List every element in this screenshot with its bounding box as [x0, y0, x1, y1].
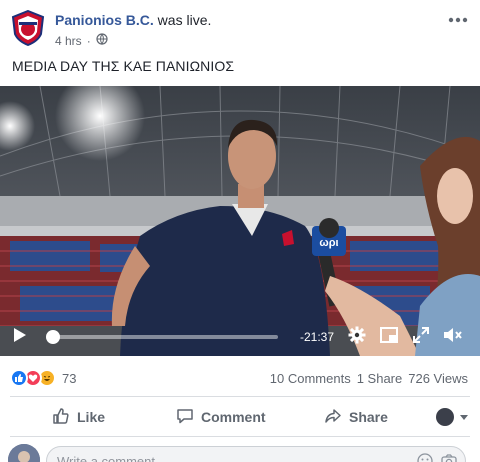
- like-button[interactable]: Like: [52, 398, 105, 436]
- stats-links: 10 Comments 1 Share 726 Views: [270, 371, 468, 386]
- reaction-count[interactable]: 73: [62, 371, 76, 386]
- play-button[interactable]: [8, 318, 32, 356]
- page-avatar[interactable]: [10, 9, 46, 47]
- separator-dot: ·: [86, 33, 91, 48]
- video-player[interactable]: ωρι -21:37: [0, 86, 480, 356]
- fullscreen-button[interactable]: [410, 318, 432, 356]
- divider: [10, 396, 470, 397]
- share-button[interactable]: Share: [324, 398, 388, 436]
- post-as-selector[interactable]: [436, 398, 468, 436]
- share-label: Share: [349, 409, 388, 425]
- svg-text:ωρι: ωρι: [319, 237, 338, 249]
- commenter-avatar: [8, 444, 40, 462]
- post-meta: 4 hrs ·: [55, 33, 108, 48]
- miniplayer-button[interactable]: [378, 318, 400, 356]
- post-header: Panionios B.C. was live. 4 hrs ·: [0, 0, 480, 56]
- post-caption: MEDIA DAY ΤΗΣ ΚΑΕ ΠΑΝΙΩΝΙΟΣ: [12, 58, 235, 74]
- timestamp[interactable]: 4 hrs: [55, 34, 82, 48]
- viewer-avatar: [436, 408, 454, 426]
- emoji-icon[interactable]: [417, 453, 433, 462]
- play-icon: [13, 327, 27, 348]
- reactions-summary[interactable]: 73: [10, 369, 76, 387]
- like-label: Like: [77, 409, 106, 425]
- post-actions: Like Comment Share: [0, 398, 480, 436]
- comments-count-link[interactable]: 10 Comments: [270, 371, 351, 386]
- comment-composer: [0, 440, 480, 462]
- video-frame: ωρι: [0, 86, 480, 356]
- gear-icon: [348, 326, 366, 349]
- progress-scrubber[interactable]: [45, 330, 60, 344]
- page-name-link[interactable]: Panionios B.C.: [55, 12, 154, 28]
- settings-button[interactable]: [346, 318, 368, 356]
- divider: [10, 436, 470, 437]
- video-controls: -21:37: [0, 318, 480, 356]
- views-count: 726 Views: [408, 371, 468, 386]
- engagement-stats: 73 10 Comments 1 Share 726 Views: [0, 364, 480, 394]
- comment-label: Comment: [201, 409, 266, 425]
- camera-icon[interactable]: [441, 453, 457, 462]
- comment-box[interactable]: [46, 446, 466, 462]
- share-arrow-icon: [324, 407, 342, 428]
- like-reaction-icon: [10, 369, 28, 387]
- header-text: Panionios B.C. was live.: [55, 12, 211, 28]
- fullscreen-icon: [413, 326, 429, 348]
- post-action-text: was live.: [153, 12, 212, 28]
- caret-down-icon: [460, 408, 468, 426]
- progress-bar[interactable]: [45, 330, 278, 344]
- thumbs-up-icon: [52, 407, 70, 428]
- time-remaining: -21:37: [300, 330, 335, 344]
- more-dots-icon: [448, 10, 468, 28]
- comment-button[interactable]: Comment: [176, 398, 266, 436]
- more-options-button[interactable]: [446, 10, 470, 28]
- volume-button[interactable]: [440, 318, 466, 356]
- volume-icon: [443, 327, 463, 348]
- miniplayer-icon: [380, 326, 398, 348]
- globe-icon[interactable]: [96, 33, 108, 48]
- comment-input[interactable]: [57, 454, 377, 462]
- shares-count-link[interactable]: 1 Share: [357, 371, 403, 386]
- comment-bubble-icon: [176, 407, 194, 428]
